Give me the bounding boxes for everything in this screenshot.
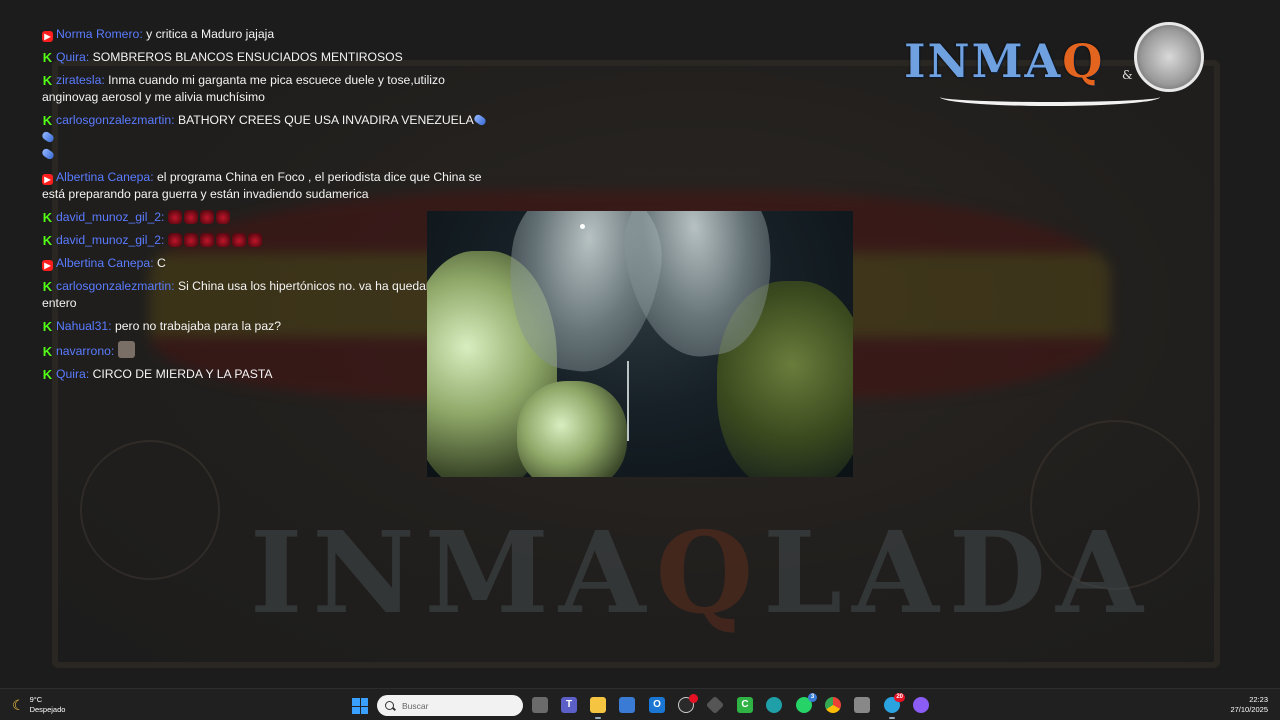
- weather-temp: 9°C: [29, 695, 43, 704]
- logo-text: INMAQ: [904, 34, 1105, 88]
- chat-username: david_munoz_gil_2: [56, 233, 162, 247]
- light-dot: [580, 224, 585, 229]
- chat-text: pero no trabajaba para la paz?: [114, 319, 281, 333]
- telegram-badge: 20: [894, 693, 905, 702]
- weather-widget[interactable]: ☾ 9°C Despejado: [12, 695, 65, 715]
- teams-icon[interactable]: T: [561, 697, 577, 713]
- youtube-icon: ▶: [42, 31, 53, 42]
- kick-icon: K: [42, 233, 53, 248]
- devil-emote-icon: [199, 210, 214, 224]
- outlook-icon[interactable]: O: [649, 697, 665, 713]
- chat-username: Albertina Canepa: [56, 256, 151, 270]
- circle-app-icon[interactable]: [913, 697, 929, 713]
- shield-app-icon[interactable]: [854, 697, 870, 713]
- kick-icon: K: [42, 50, 53, 65]
- chat-text: BATHORY CREES QUE USA INVADIRA VENEZUELA: [177, 113, 474, 127]
- devil-emote-icon: [215, 210, 230, 224]
- devil-emote-icon: [183, 233, 198, 247]
- taskbar: ☾ 9°C Despejado Buscar T O C 3 20 22:23 …: [0, 688, 1280, 720]
- chat-username: Norma Romero: [56, 27, 140, 41]
- chat-username: Quira: [56, 50, 86, 64]
- logo-swoosh: [940, 88, 1160, 106]
- youtube-icon: ▶: [42, 174, 53, 185]
- logo-ampersand: &: [1122, 68, 1133, 82]
- taskbar-search[interactable]: Buscar: [377, 695, 523, 716]
- devil-emote-icon: [247, 233, 262, 247]
- chat-message: K Quira: SOMBREROS BLANCOS ENSUCIADOS MEN…: [42, 50, 403, 65]
- kick-icon: K: [42, 344, 53, 359]
- chat-text: y critica a Maduro jajaja: [146, 27, 275, 41]
- chat-username: navarrono: [56, 344, 111, 358]
- camtasia-icon[interactable]: C: [737, 697, 753, 713]
- chat-message: ▶ Norma Romero: y critica a Maduro jajaja: [42, 26, 497, 43]
- chat-message: ▶ Albertina Canepa: el programa China en …: [42, 170, 482, 201]
- kick-icon: K: [42, 210, 53, 225]
- inmaq-logo: INMAQ &: [900, 22, 1205, 106]
- kick-icon: K: [42, 279, 53, 294]
- chat-text: C: [156, 256, 166, 270]
- devil-emote-icon: [183, 210, 198, 224]
- kick-icon: K: [42, 73, 53, 88]
- watermark-inmaqlada: INMAQLADA: [250, 508, 1153, 639]
- face-emote-icon: [117, 341, 135, 358]
- devil-emote-icon: [167, 210, 182, 224]
- moon-icon: ☾: [12, 696, 25, 713]
- whatsapp-icon[interactable]: 3: [796, 693, 817, 713]
- devil-emote-icon: [215, 233, 230, 247]
- weather-desc: Despejado: [29, 705, 66, 714]
- tree-bottom: [517, 381, 627, 477]
- seal-icon: [1134, 22, 1204, 92]
- store-icon[interactable]: [619, 697, 635, 713]
- settings-cube-icon[interactable]: [705, 695, 725, 715]
- kick-icon: K: [42, 319, 53, 334]
- video-player[interactable]: [427, 211, 853, 477]
- task-view-icon[interactable]: [532, 697, 548, 713]
- edge-icon[interactable]: [766, 697, 782, 713]
- balloon-tether: [627, 361, 629, 441]
- chat-text: SOMBREROS BLANCOS ENSUCIADOS MENTIROSOS: [92, 50, 403, 64]
- chat-message: Kcarlosgonzalezmartin: BATHORY CREES QUE…: [40, 112, 497, 163]
- chat-username: ziratesla: [56, 73, 102, 87]
- kick-icon: K: [42, 113, 53, 128]
- background-ornament: [80, 440, 220, 580]
- chat-username: carlosgonzalezmartin: [56, 113, 172, 127]
- kick-icon: K: [42, 367, 53, 382]
- chat-username: david_munoz_gil_2: [56, 210, 162, 224]
- windows-start-icon[interactable]: [352, 698, 368, 714]
- chat-username: Quira: [56, 367, 86, 381]
- devil-emote-icon: [199, 233, 214, 247]
- chat-username: carlosgonzalezmartin: [56, 279, 172, 293]
- chat-username: Nahual31: [56, 319, 109, 333]
- chat-message: Kziratesla: Inma cuando mi garganta me p…: [42, 73, 445, 104]
- clock-date: 27/10/2025: [1230, 705, 1268, 714]
- chat-username: Albertina Canepa: [56, 170, 151, 184]
- system-clock[interactable]: 22:23 27/10/2025: [1230, 695, 1268, 715]
- devil-emote-icon: [231, 233, 246, 247]
- file-explorer-icon[interactable]: [590, 697, 606, 719]
- telegram-icon[interactable]: 20: [884, 693, 905, 719]
- youtube-icon: ▶: [42, 260, 53, 271]
- clock-time: 22:23: [1249, 695, 1268, 704]
- search-icon: [385, 701, 394, 710]
- chat-text: CIRCO DE MIERDA Y LA PASTA: [92, 367, 273, 381]
- search-placeholder: Buscar: [402, 700, 429, 711]
- devil-emote-icon: [167, 233, 182, 247]
- pill-emote-icon: [472, 113, 487, 127]
- chrome-icon[interactable]: [825, 697, 841, 713]
- pill-emote-icon: [40, 147, 56, 161]
- obs-icon[interactable]: [678, 694, 698, 713]
- whatsapp-badge: 3: [808, 693, 817, 702]
- pill-emote-icon: [40, 130, 56, 144]
